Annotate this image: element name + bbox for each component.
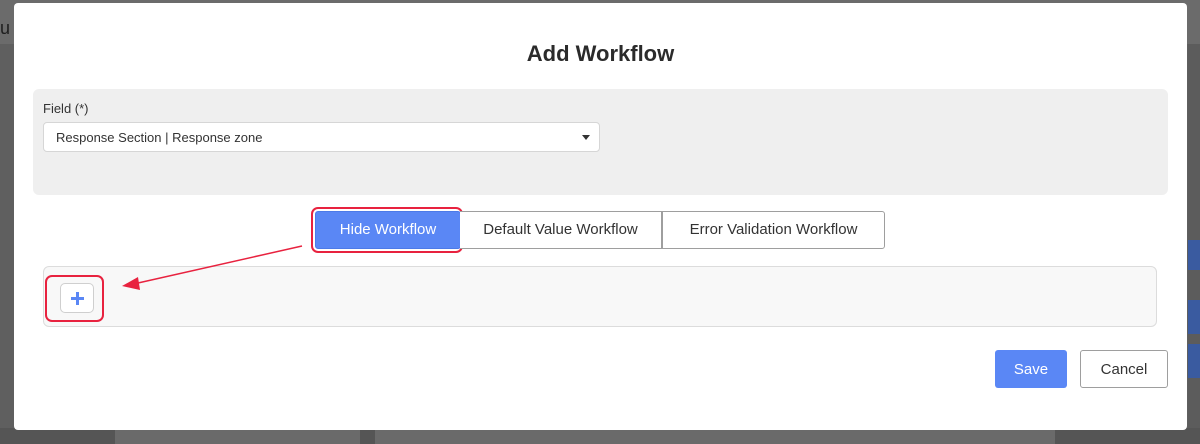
field-label: Field (*) (43, 101, 89, 116)
add-workflow-modal: Add Workflow Field (*) Response Section … (14, 3, 1187, 430)
background-blue-strip (1188, 240, 1200, 270)
field-panel: Field (*) Response Section | Response zo… (33, 89, 1168, 195)
background-app-right-edge (1188, 44, 1200, 428)
workflow-rules-area (43, 266, 1157, 327)
background-app-bottom (0, 428, 1200, 444)
background-app-text: u (0, 18, 11, 38)
save-button[interactable]: Save (995, 350, 1067, 388)
modal-title: Add Workflow (526, 41, 675, 66)
background-panel (115, 428, 360, 444)
field-select-value: Response Section | Response zone (56, 130, 263, 145)
background-blue-strip (1188, 344, 1200, 378)
tab-hide-workflow[interactable]: Hide Workflow (315, 211, 461, 249)
tab-default-value-workflow[interactable]: Default Value Workflow (460, 211, 662, 249)
caret-down-icon (582, 135, 590, 140)
background-blue-strip (1188, 300, 1200, 334)
annotation-highlight-add-button (45, 275, 104, 322)
cancel-button[interactable]: Cancel (1080, 350, 1168, 388)
field-select[interactable]: Response Section | Response zone (43, 122, 600, 152)
tab-error-validation-workflow[interactable]: Error Validation Workflow (662, 211, 885, 249)
background-panel (375, 428, 1055, 444)
